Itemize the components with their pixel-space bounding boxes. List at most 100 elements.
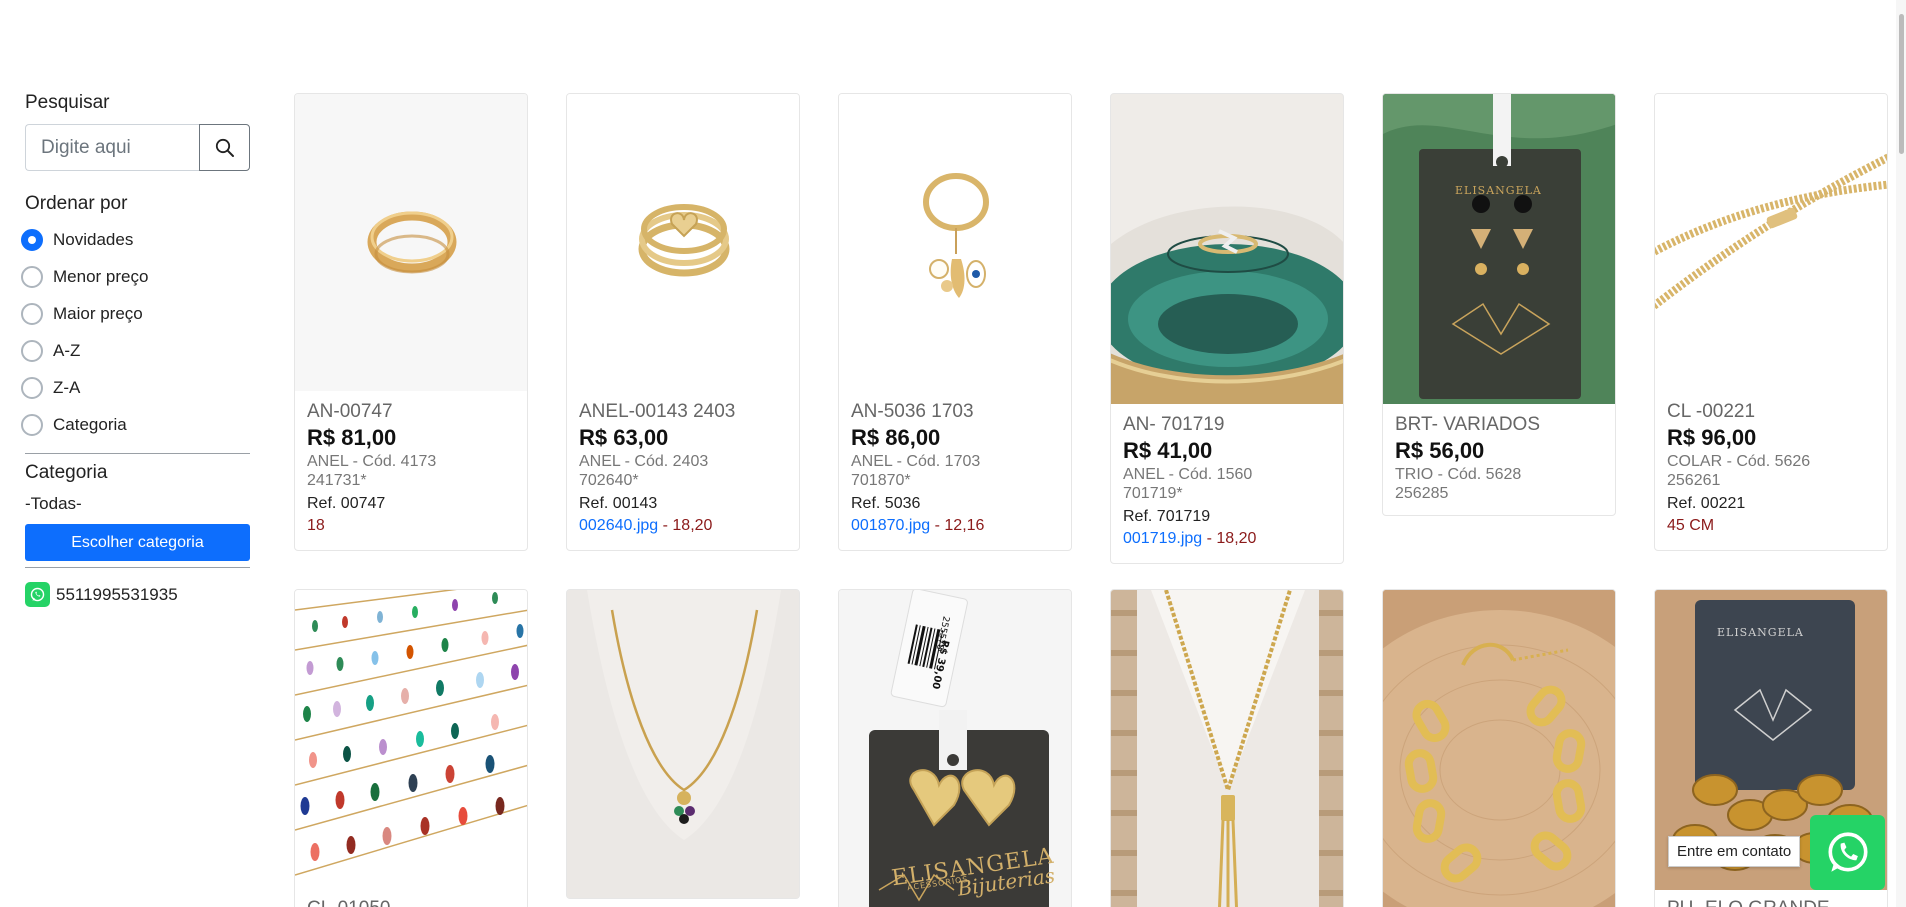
- product-card[interactable]: CL-01050: [294, 589, 528, 907]
- separator: -: [658, 517, 673, 534]
- sort-option-label: Maior preço: [53, 303, 143, 323]
- radio-button[interactable]: [21, 265, 43, 288]
- sort-option-menor-preco[interactable]: Menor preço: [21, 258, 250, 295]
- product-size: 18,20: [1216, 530, 1257, 547]
- product-name: PU- ELO GRANDE: [1667, 898, 1875, 907]
- product-ref: Ref. 00221: [1667, 495, 1746, 512]
- separator: -: [930, 517, 945, 534]
- product-image: R$ 39,00 255578 ELISANGELA ACESSÓRIOS Bi…: [839, 590, 1071, 907]
- product-extra: 001719.jpg - 18,20: [1123, 528, 1331, 550]
- scrollbar[interactable]: [1896, 0, 1906, 907]
- product-card[interactable]: AN- 701719 R$ 41,00 ANEL - Cód. 1560 701…: [1110, 93, 1344, 564]
- divider: [25, 453, 250, 454]
- product-ref: Ref. 00143: [579, 495, 658, 512]
- product-card[interactable]: CL -00221 R$ 96,00 COLAR - Cód. 5626 256…: [1654, 93, 1888, 551]
- search-input[interactable]: [25, 124, 199, 171]
- product-description: TRIO - Cód. 5628: [1395, 466, 1522, 483]
- product-size: 12,16: [944, 517, 985, 534]
- brand-label: ELISANGELA: [1455, 184, 1542, 197]
- product-card[interactable]: ELISANGELA BRT- VARIADOS R$ 56,00 TRIO -…: [1382, 93, 1616, 516]
- product-image: [1111, 94, 1343, 404]
- radio-button[interactable]: [21, 413, 43, 436]
- product-image: [1111, 590, 1343, 907]
- product-card[interactable]: [566, 589, 800, 899]
- product-price: R$ 41,00: [1123, 438, 1213, 463]
- search-bar: [25, 124, 250, 171]
- search-icon: [215, 138, 234, 157]
- category-current: -Todas-: [25, 494, 82, 513]
- product-image: [295, 94, 527, 391]
- radio-button[interactable]: [21, 302, 43, 325]
- product-code: 256285: [1395, 485, 1449, 502]
- product-info: BRT- VARIADOS R$ 56,00 TRIO - Cód. 5628 …: [1383, 404, 1615, 514]
- sort-option-categoria[interactable]: Categoria: [21, 406, 250, 443]
- product-extra: 001870.jpg - 12,16: [851, 515, 1059, 537]
- product-image-link[interactable]: 001719.jpg: [1123, 530, 1202, 547]
- sort-option-label: Z-A: [53, 377, 81, 397]
- product-card[interactable]: AN-00747 R$ 81,00 ANEL - Cód. 4173 24173…: [294, 93, 528, 551]
- scrollbar-thumb[interactable]: [1899, 14, 1904, 154]
- product-name: AN- 701719: [1123, 414, 1225, 435]
- product-image: ELISANGELA: [1383, 94, 1615, 404]
- whatsapp-contact[interactable]: 5511995531935: [25, 582, 250, 607]
- product-description: ANEL - Cód. 2403: [579, 453, 709, 470]
- product-card[interactable]: [1382, 589, 1616, 907]
- sort-option-z-a[interactable]: Z-A: [21, 369, 250, 406]
- product-name: CL -00221: [1667, 401, 1756, 422]
- search-button[interactable]: [199, 124, 250, 171]
- radio-button[interactable]: [21, 339, 43, 362]
- product-card[interactable]: ANEL-00143 2403 R$ 63,00 ANEL - Cód. 240…: [566, 93, 800, 551]
- whatsapp-icon: [25, 582, 50, 607]
- product-ref: Ref. 00747: [307, 495, 386, 512]
- search-heading: Pesquisar: [25, 92, 110, 113]
- product-card[interactable]: R$ 39,00 255578 ELISANGELA ACESSÓRIOS Bi…: [838, 589, 1072, 907]
- product-code: 701719*: [1123, 485, 1183, 502]
- sort-options: Novidades Menor preço Maior preço A-Z Z-…: [21, 221, 250, 443]
- product-info: AN-00747 R$ 81,00 ANEL - Cód. 4173 24173…: [295, 391, 527, 549]
- sort-option-label: Novidades: [53, 229, 134, 249]
- whatsapp-phone: 5511995531935: [56, 584, 178, 604]
- product-image: [295, 590, 527, 890]
- product-info: PU- ELO GRANDE: [1655, 890, 1887, 907]
- product-size: 18: [307, 517, 325, 534]
- product-name: AN-00747: [307, 401, 393, 422]
- sort-option-novidades[interactable]: Novidades: [21, 221, 250, 258]
- product-price: R$ 56,00: [1395, 438, 1485, 463]
- product-image: [567, 590, 799, 898]
- product-size: 18,20: [672, 517, 713, 534]
- product-card[interactable]: AN-5036 1703 R$ 86,00 ANEL - Cód. 1703 7…: [838, 93, 1072, 551]
- radio-button[interactable]: [21, 228, 43, 251]
- page: Pesquisar Ordenar por Novidades Menor pr…: [0, 0, 1906, 907]
- product-image-link[interactable]: 001870.jpg: [851, 517, 930, 534]
- product-extra: 002640.jpg - 18,20: [579, 515, 787, 537]
- sort-option-maior-preco[interactable]: Maior preço: [21, 295, 250, 332]
- sort-option-a-z[interactable]: A-Z: [21, 332, 250, 369]
- product-code: 241731*: [307, 472, 367, 489]
- product-card[interactable]: [1110, 589, 1344, 907]
- sort-heading: Ordenar por: [25, 193, 128, 214]
- product-info: ANEL-00143 2403 R$ 63,00 ANEL - Cód. 240…: [567, 391, 799, 549]
- contact-tooltip[interactable]: Entre em contato: [1668, 836, 1801, 867]
- product-name: AN-5036 1703: [851, 401, 974, 422]
- whatsapp-icon: [1827, 831, 1868, 872]
- product-image: [567, 94, 799, 391]
- sidebar: Pesquisar Ordenar por Novidades Menor pr…: [21, 92, 250, 607]
- product-description: COLAR - Cód. 5626: [1667, 453, 1811, 470]
- product-price: R$ 96,00: [1667, 425, 1757, 450]
- product-image: [1655, 94, 1887, 391]
- product-description: ANEL - Cód. 1560: [1123, 466, 1253, 483]
- separator: -: [1202, 530, 1217, 547]
- product-info: CL-01050: [295, 890, 527, 907]
- product-price: R$ 63,00: [579, 425, 669, 450]
- sort-option-label: Menor preço: [53, 266, 149, 286]
- whatsapp-float-button[interactable]: [1810, 815, 1885, 890]
- sort-option-label: A-Z: [53, 340, 81, 360]
- product-image-link[interactable]: 002640.jpg: [579, 517, 658, 534]
- brand-label: ELISANGELA: [1717, 626, 1804, 639]
- product-ref: Ref. 5036: [851, 495, 921, 512]
- radio-button[interactable]: [21, 376, 43, 399]
- product-price: R$ 86,00: [851, 425, 941, 450]
- product-price: R$ 81,00: [307, 425, 397, 450]
- product-name: BRT- VARIADOS: [1395, 414, 1540, 435]
- choose-category-button[interactable]: Escolher categoria: [25, 524, 250, 561]
